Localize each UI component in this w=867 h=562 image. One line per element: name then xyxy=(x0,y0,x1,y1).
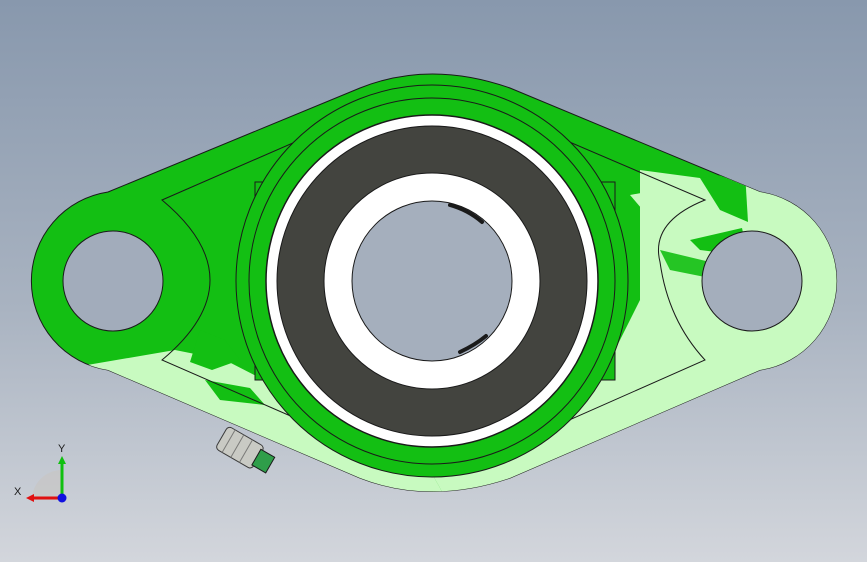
view-orientation-triad[interactable]: X Y xyxy=(12,440,82,510)
bearing-bore[interactable] xyxy=(351,200,513,362)
triad-y-arrow-icon xyxy=(58,456,66,464)
triad-x-arrow-icon xyxy=(26,494,34,502)
triad-z-axis xyxy=(57,493,67,503)
triad-x-label: X xyxy=(14,486,22,498)
triad-plane-shading xyxy=(32,470,62,500)
mounting-hole-left[interactable] xyxy=(62,230,164,332)
cad-viewport[interactable]: X Y xyxy=(0,0,867,562)
flange-bearing-model[interactable] xyxy=(0,0,867,562)
triad-y-label: Y xyxy=(58,443,66,455)
mounting-hole-right[interactable] xyxy=(701,230,803,332)
